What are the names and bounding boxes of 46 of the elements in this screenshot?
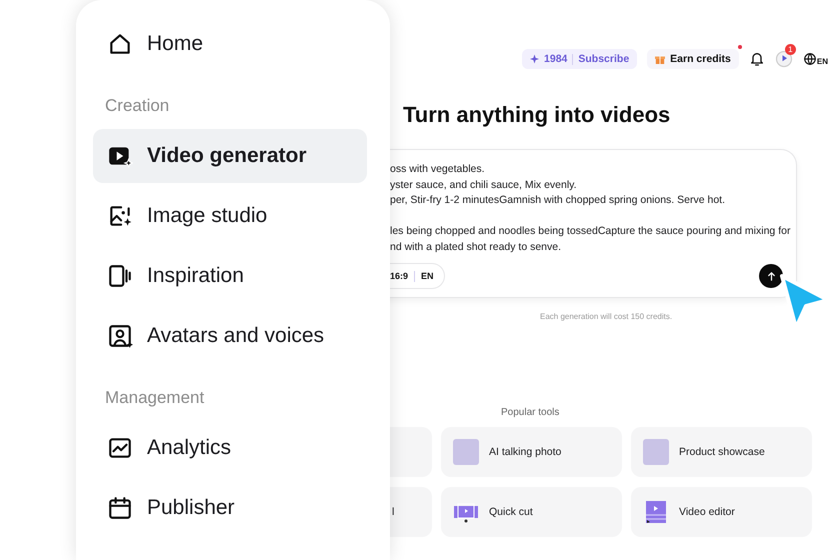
globe-icon (802, 52, 817, 66)
sidebar-item[interactable]: Image studio (93, 189, 367, 243)
option-label: EN (421, 271, 434, 281)
credit-count: 1984 (544, 53, 568, 65)
sidebar-item[interactable]: Avatars and voices (93, 309, 367, 363)
option-label: 16:9 (390, 271, 408, 281)
section-heading: Management (105, 388, 206, 409)
sidebar-item[interactable]: Publisher (93, 481, 367, 535)
photo-placeholder (643, 439, 669, 465)
sidebar-item[interactable]: Home (93, 17, 367, 71)
tool-card[interactable]: l (390, 487, 432, 537)
tool-label: l (392, 506, 394, 518)
play-circle-icon (774, 50, 793, 68)
options-pill[interactable]: 16:9 EN (390, 263, 445, 289)
tool-card[interactable]: Video editor (631, 487, 812, 537)
page-title: Turn anything into videos (403, 102, 672, 129)
cost-note: Each generation will cost 150 credits. (540, 312, 674, 321)
arrow-up-icon (766, 270, 776, 282)
tool-label: Quick cut (489, 506, 533, 518)
bell-icon[interactable] (748, 51, 765, 67)
tool-label: Video editor (679, 506, 735, 518)
photo-placeholder (453, 439, 479, 465)
tool-card[interactable]: AI talking photo (441, 427, 622, 477)
sidebar-item[interactable]: Video generator (93, 129, 367, 183)
credits-button[interactable]: 1984 Subscribe (522, 49, 638, 69)
person-frame-icon (107, 323, 133, 349)
tool-label: AI talking photo (489, 446, 562, 458)
prompt-text-line: per, Stir-fry 1-2 minutesGamnish with chopped spring onions. Serve hot. (390, 193, 726, 208)
section-heading: Creation (105, 96, 170, 117)
prompt-text-line: les being chopped and noodles being tossedCapture the sauce pouring and mixing for (390, 224, 792, 239)
prompt-text-line: nd with a plated shot ready to senve. (390, 240, 562, 254)
section-heading: Popular tools (501, 407, 560, 418)
prompt-text-line: oss with vegetables. (390, 162, 486, 177)
sidebar-item[interactable]: Inspiration (93, 249, 367, 303)
calendar-icon (107, 495, 133, 521)
tool-label: Product showcase (679, 446, 765, 458)
tool-card[interactable]: Product showcase (631, 427, 812, 477)
subscribe-link[interactable]: Subscribe (578, 53, 630, 65)
tool-card[interactable]: Quick cut (441, 487, 622, 537)
sidebar-item[interactable]: Analytics (93, 421, 367, 475)
video-editor-thumbnail-icon (643, 499, 669, 525)
portrait-frame-icon (107, 263, 133, 289)
send-button[interactable] (759, 264, 783, 288)
language-label[interactable]: EN (816, 57, 828, 66)
task-badge: 1 (784, 44, 796, 55)
prompt-text-line: yster sauce, and chili sauce, Mix evenly. (390, 178, 578, 192)
